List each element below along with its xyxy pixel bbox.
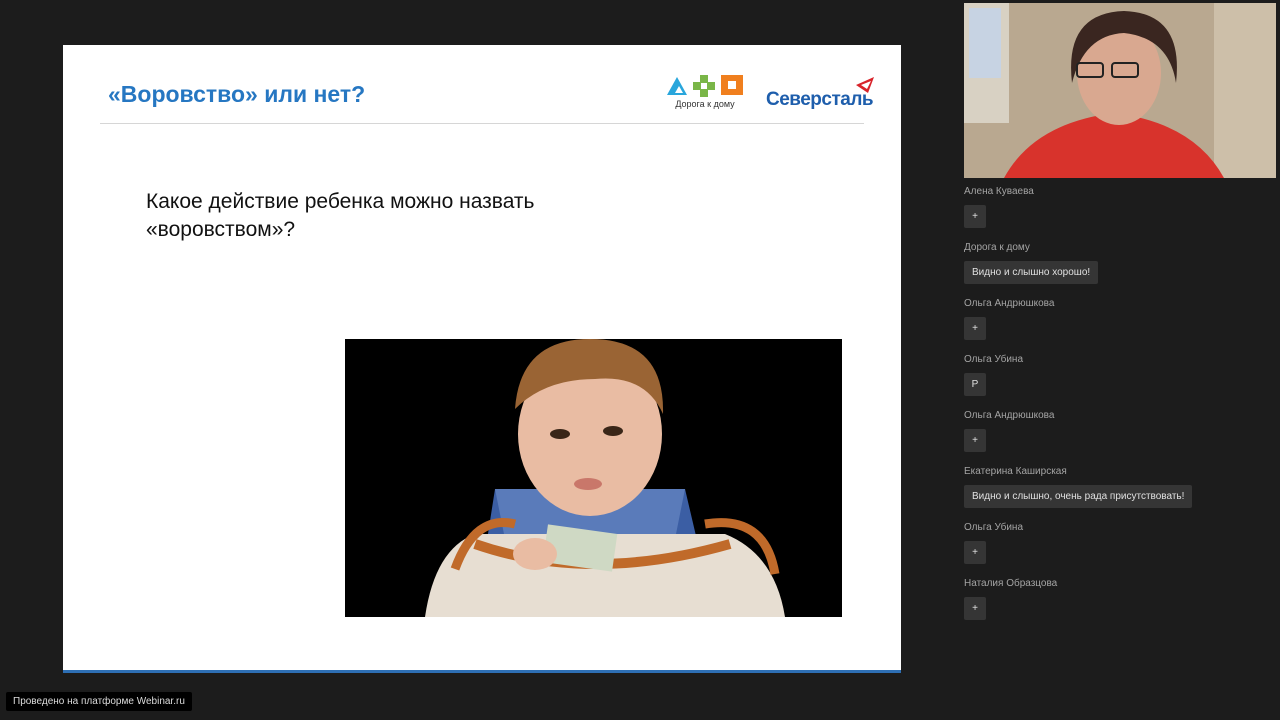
- message-text: +: [964, 205, 986, 228]
- child-with-bag-photo: [345, 339, 842, 617]
- message-author: Алена Куваева: [964, 186, 1034, 197]
- doroga-logo-text: Дорога к дому: [675, 99, 735, 109]
- chat-panel: Алена Куваева + Дорога к дому Видно и сл…: [964, 186, 1274, 634]
- chat-message: Ольга Убина Р: [964, 354, 1274, 396]
- message-text: +: [964, 597, 986, 620]
- message-text: Р: [964, 373, 986, 396]
- chat-message: Наталия Образцова +: [964, 578, 1274, 620]
- presenter-video-icon: [964, 3, 1276, 178]
- slide-divider: [100, 123, 864, 124]
- message-text: Видно и слышно хорошо!: [964, 261, 1099, 284]
- message-text: +: [964, 541, 986, 564]
- message-author: Екатерина Каширская: [964, 466, 1067, 477]
- message-author: Ольга Убина: [964, 354, 1024, 365]
- webinar-platform-link[interactable]: Проведено на платформе Webinar.ru: [6, 692, 192, 711]
- message-author: Дорога к дому: [964, 242, 1030, 253]
- message-text: +: [964, 429, 986, 452]
- chat-message: Ольга Убина +: [964, 522, 1274, 564]
- chat-message: Ольга Андрюшкова +: [964, 298, 1274, 340]
- severstal-logo: Северсталь: [766, 75, 876, 111]
- message-author: Ольга Убина: [964, 522, 1024, 533]
- presenter-webcam: [964, 3, 1276, 178]
- slide-question: Какое действие ребенка можно назвать «во…: [146, 190, 535, 241]
- severstal-mark-icon: [856, 77, 874, 93]
- child-photo-illustration: [345, 339, 842, 617]
- doroga-k-domu-logo: Дорога к дому: [663, 73, 747, 113]
- chat-message: Ольга Андрюшкова +: [964, 410, 1274, 452]
- message-text: Видно и слышно, очень рада присутствоват…: [964, 485, 1193, 508]
- slide-title: «Воровство» или нет?: [108, 81, 366, 107]
- doroga-logo-icon: [667, 75, 743, 97]
- message-author: Наталия Образцова: [964, 578, 1058, 589]
- message-author: Ольга Андрюшкова: [964, 410, 1055, 421]
- chat-message: Екатерина Каширская Видно и слышно, очен…: [964, 466, 1274, 508]
- slide-accent-bar: [63, 670, 901, 673]
- presentation-slide: «Воровство» или нет? Дорога к дому Север…: [63, 45, 901, 673]
- chat-message: Алена Куваева +: [964, 186, 1274, 228]
- message-text: +: [964, 317, 986, 340]
- message-author: Ольга Андрюшкова: [964, 298, 1055, 309]
- chat-message: Дорога к дому Видно и слышно хорошо!: [964, 242, 1274, 284]
